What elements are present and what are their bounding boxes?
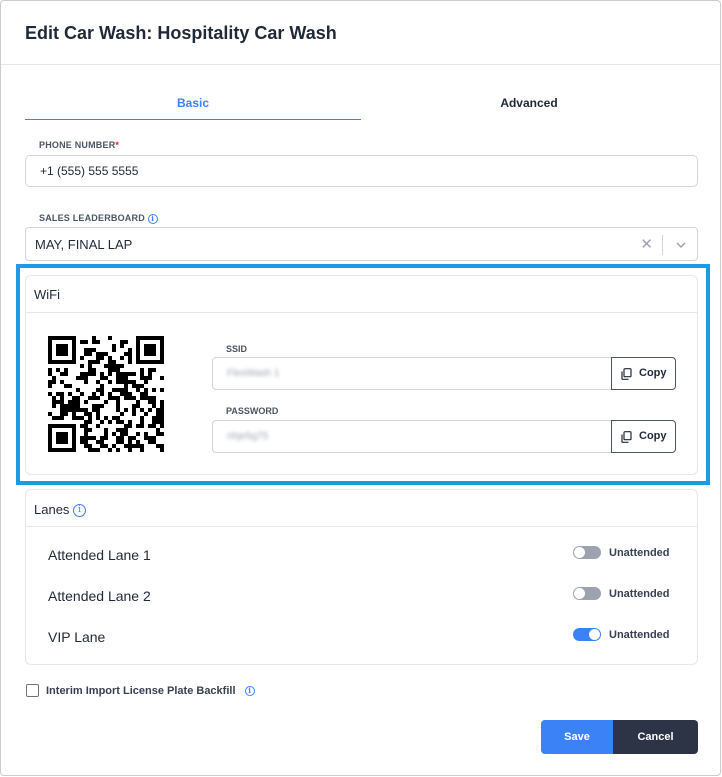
lane-toggle[interactable] xyxy=(573,628,601,641)
lane-name: VIP Lane xyxy=(48,629,106,645)
cancel-button[interactable]: Cancel xyxy=(613,720,698,754)
tab-basic[interactable]: Basic xyxy=(25,89,361,120)
lane-toggle-label: Unattended xyxy=(609,547,670,559)
sales-leaderboard-select[interactable]: MAY, FINAL LAP ✕ xyxy=(25,227,698,261)
clear-x-icon[interactable]: ✕ xyxy=(640,235,653,253)
info-circle-icon[interactable]: i xyxy=(73,504,87,518)
lane-toggle-label: Unattended xyxy=(609,588,670,600)
required-mark: * xyxy=(115,140,120,150)
backfill-checkbox[interactable] xyxy=(26,684,39,697)
lanes-card: Lanes i Attended Lane 1 Unattended Atten… xyxy=(25,489,698,665)
backfill-label: Interim Import License Plate Backfill i xyxy=(46,685,255,697)
info-circle-icon[interactable]: i xyxy=(147,213,158,224)
lane-toggle[interactable] xyxy=(573,546,601,559)
lanes-title-text: Lanes xyxy=(34,502,70,517)
lane-name: Attended Lane 2 xyxy=(48,588,151,604)
info-circle-icon[interactable]: i xyxy=(244,686,255,697)
lanes-card-header: Lanes i xyxy=(26,490,697,527)
sales-leaderboard-value: MAY, FINAL LAP xyxy=(35,237,133,252)
wifi-highlight-box xyxy=(16,264,710,485)
sales-leaderboard-label: SALES LEADERBOARD i xyxy=(39,213,158,224)
phone-number-input[interactable]: +1 (555) 555 5555 xyxy=(25,155,698,187)
tab-bar: Basic Advanced xyxy=(25,89,697,121)
save-button[interactable]: Save xyxy=(541,720,613,754)
chevron-down-icon[interactable] xyxy=(675,239,687,251)
sales-leaderboard-label-text: SALES LEADERBOARD xyxy=(39,213,145,223)
lane-name: Attended Lane 1 xyxy=(48,547,151,563)
phone-number-label: PHONE NUMBER* xyxy=(39,140,119,150)
lane-toggle-label: Unattended xyxy=(609,629,670,641)
tab-advanced[interactable]: Advanced xyxy=(361,89,697,120)
select-separator xyxy=(662,235,663,255)
toggle-knob xyxy=(574,588,585,599)
lanes-title: Lanes i xyxy=(34,502,87,518)
modal-title: Edit Car Wash: Hospitality Car Wash xyxy=(25,23,337,43)
toggle-knob xyxy=(574,547,585,558)
modal-header: Edit Car Wash: Hospitality Car Wash xyxy=(1,1,720,65)
phone-number-label-text: PHONE NUMBER xyxy=(39,140,116,150)
backfill-label-text: Interim Import License Plate Backfill xyxy=(46,685,236,697)
lane-toggle[interactable] xyxy=(573,587,601,600)
toggle-knob xyxy=(589,629,600,640)
